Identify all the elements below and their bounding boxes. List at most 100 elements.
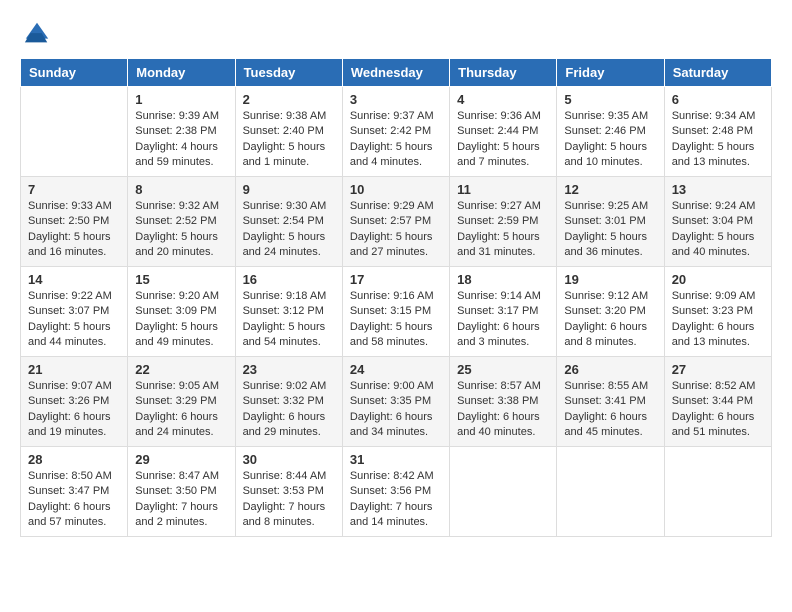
calendar-cell: 15 Sunrise: 9:20 AM Sunset: 3:09 PM Dayli… [128, 267, 235, 357]
day-number: 9 [243, 182, 335, 197]
calendar-cell: 21Sunrise: 9:07 AM Sunset: 3:26 PM Dayli… [21, 357, 128, 447]
calendar-cell: 5 Sunrise: 9:35 AM Sunset: 2:46 PM Daylig… [557, 87, 664, 177]
day-number: 5 [564, 92, 656, 107]
day-info: Sunrise: 9:35 AM Sunset: 2:46 PM Dayligh… [564, 109, 656, 171]
day-info: Sunrise: 9:29 AM Sunset: 2:57 PM Dayligh… [350, 199, 442, 261]
calendar-cell: 9 Sunrise: 9:30 AM Sunset: 2:54 PM Daylig… [235, 177, 342, 267]
calendar-cell: 8 Sunrise: 9:32 AM Sunset: 2:52 PM Daylig… [128, 177, 235, 267]
day-number: 4 [457, 92, 549, 107]
day-info: Sunrise: 9:14 AM Sunset: 3:17 PM Dayligh… [457, 289, 549, 351]
calendar-cell: 7 Sunrise: 9:33 AM Sunset: 2:50 PM Daylig… [21, 177, 128, 267]
calendar-cell: 27 Sunrise: 8:52 AM Sunset: 3:44 PM Dayli… [664, 357, 771, 447]
day-info: Sunrise: 9:30 AM Sunset: 2:54 PM Dayligh… [243, 199, 335, 261]
day-info: Sunrise: 9:25 AM Sunset: 3:01 PM Dayligh… [564, 199, 656, 261]
day-number: 2 [243, 92, 335, 107]
day-number: 3 [350, 92, 442, 107]
calendar-cell: 20 Sunrise: 9:09 AM Sunset: 3:23 PM Dayli… [664, 267, 771, 357]
calendar-cell: 26Sunrise: 8:55 AM Sunset: 3:41 PM Dayli… [557, 357, 664, 447]
day-number: 22 [135, 362, 227, 377]
day-number: 31 [350, 452, 442, 467]
day-number: 28 [28, 452, 120, 467]
day-number: 20 [672, 272, 764, 287]
day-number: 25 [457, 362, 549, 377]
calendar-cell: 25Sunrise: 8:57 AM Sunset: 3:38 PM Dayli… [450, 357, 557, 447]
day-info: Sunrise: 8:47 AM Sunset: 3:50 PM Dayligh… [135, 469, 227, 531]
calendar-cell: 3Sunrise: 9:37 AM Sunset: 2:42 PM Daylig… [342, 87, 449, 177]
day-number: 18 [457, 272, 549, 287]
calendar-cell [21, 87, 128, 177]
day-info: Sunrise: 9:38 AM Sunset: 2:40 PM Dayligh… [243, 109, 335, 171]
calendar-cell [450, 447, 557, 537]
day-info: Sunrise: 9:16 AM Sunset: 3:15 PM Dayligh… [350, 289, 442, 351]
calendar-cell: 24Sunrise: 9:00 AM Sunset: 3:35 PM Dayli… [342, 357, 449, 447]
weekday-header-saturday: Saturday [664, 59, 771, 87]
calendar-week-row: 28 Sunrise: 8:50 AM Sunset: 3:47 PM Dayli… [21, 447, 772, 537]
calendar-cell: 16 Sunrise: 9:18 AM Sunset: 3:12 PM Dayli… [235, 267, 342, 357]
day-number: 11 [457, 182, 549, 197]
day-info: Sunrise: 9:12 AM Sunset: 3:20 PM Dayligh… [564, 289, 656, 351]
calendar-cell: 18 Sunrise: 9:14 AM Sunset: 3:17 PM Dayli… [450, 267, 557, 357]
day-number: 6 [672, 92, 764, 107]
weekday-header-monday: Monday [128, 59, 235, 87]
calendar-week-row: 1 Sunrise: 9:39 AM Sunset: 2:38 PM Daylig… [21, 87, 772, 177]
day-info: Sunrise: 9:09 AM Sunset: 3:23 PM Dayligh… [672, 289, 764, 351]
calendar-cell: 6 Sunrise: 9:34 AM Sunset: 2:48 PM Daylig… [664, 87, 771, 177]
logo [20, 20, 51, 48]
day-number: 17 [350, 272, 442, 287]
day-info: Sunrise: 8:50 AM Sunset: 3:47 PM Dayligh… [28, 469, 120, 531]
calendar-cell: 30Sunrise: 8:44 AM Sunset: 3:53 PM Dayli… [235, 447, 342, 537]
weekday-header-friday: Friday [557, 59, 664, 87]
day-info: Sunrise: 9:39 AM Sunset: 2:38 PM Dayligh… [135, 109, 227, 171]
day-number: 19 [564, 272, 656, 287]
calendar-table: SundayMondayTuesdayWednesdayThursdayFrid… [20, 58, 772, 537]
calendar-cell: 1 Sunrise: 9:39 AM Sunset: 2:38 PM Daylig… [128, 87, 235, 177]
day-info: Sunrise: 9:02 AM Sunset: 3:32 PM Dayligh… [243, 379, 335, 441]
calendar-cell: 13Sunrise: 9:24 AM Sunset: 3:04 PM Dayli… [664, 177, 771, 267]
calendar-week-row: 14 Sunrise: 9:22 AM Sunset: 3:07 PM Dayli… [21, 267, 772, 357]
day-number: 29 [135, 452, 227, 467]
day-number: 15 [135, 272, 227, 287]
calendar-cell [557, 447, 664, 537]
calendar-cell: 31 Sunrise: 8:42 AM Sunset: 3:56 PM Dayli… [342, 447, 449, 537]
day-info: Sunrise: 8:42 AM Sunset: 3:56 PM Dayligh… [350, 469, 442, 531]
day-info: Sunrise: 8:52 AM Sunset: 3:44 PM Dayligh… [672, 379, 764, 441]
day-number: 8 [135, 182, 227, 197]
day-info: Sunrise: 9:24 AM Sunset: 3:04 PM Dayligh… [672, 199, 764, 261]
day-info: Sunrise: 9:33 AM Sunset: 2:50 PM Dayligh… [28, 199, 120, 261]
day-number: 27 [672, 362, 764, 377]
day-info: Sunrise: 9:34 AM Sunset: 2:48 PM Dayligh… [672, 109, 764, 171]
day-info: Sunrise: 9:18 AM Sunset: 3:12 PM Dayligh… [243, 289, 335, 351]
weekday-header-sunday: Sunday [21, 59, 128, 87]
day-info: Sunrise: 8:55 AM Sunset: 3:41 PM Dayligh… [564, 379, 656, 441]
calendar-week-row: 21Sunrise: 9:07 AM Sunset: 3:26 PM Dayli… [21, 357, 772, 447]
calendar-week-row: 7 Sunrise: 9:33 AM Sunset: 2:50 PM Daylig… [21, 177, 772, 267]
weekday-header-tuesday: Tuesday [235, 59, 342, 87]
day-info: Sunrise: 9:22 AM Sunset: 3:07 PM Dayligh… [28, 289, 120, 351]
calendar-cell: 19 Sunrise: 9:12 AM Sunset: 3:20 PM Dayli… [557, 267, 664, 357]
day-info: Sunrise: 9:27 AM Sunset: 2:59 PM Dayligh… [457, 199, 549, 261]
day-info: Sunrise: 9:36 AM Sunset: 2:44 PM Dayligh… [457, 109, 549, 171]
day-info: Sunrise: 9:00 AM Sunset: 3:35 PM Dayligh… [350, 379, 442, 441]
calendar-cell: 22 Sunrise: 9:05 AM Sunset: 3:29 PM Dayli… [128, 357, 235, 447]
day-info: Sunrise: 9:07 AM Sunset: 3:26 PM Dayligh… [28, 379, 120, 441]
day-number: 10 [350, 182, 442, 197]
day-number: 14 [28, 272, 120, 287]
day-number: 1 [135, 92, 227, 107]
day-info: Sunrise: 9:20 AM Sunset: 3:09 PM Dayligh… [135, 289, 227, 351]
calendar-cell: 23Sunrise: 9:02 AM Sunset: 3:32 PM Dayli… [235, 357, 342, 447]
calendar-cell: 28 Sunrise: 8:50 AM Sunset: 3:47 PM Dayli… [21, 447, 128, 537]
weekday-header-row: SundayMondayTuesdayWednesdayThursdayFrid… [21, 59, 772, 87]
calendar-cell [664, 447, 771, 537]
day-number: 16 [243, 272, 335, 287]
calendar-cell: 17 Sunrise: 9:16 AM Sunset: 3:15 PM Dayli… [342, 267, 449, 357]
day-number: 7 [28, 182, 120, 197]
calendar-cell: 14 Sunrise: 9:22 AM Sunset: 3:07 PM Dayli… [21, 267, 128, 357]
calendar-cell: 12 Sunrise: 9:25 AM Sunset: 3:01 PM Dayli… [557, 177, 664, 267]
weekday-header-thursday: Thursday [450, 59, 557, 87]
day-info: Sunrise: 9:32 AM Sunset: 2:52 PM Dayligh… [135, 199, 227, 261]
weekday-header-wednesday: Wednesday [342, 59, 449, 87]
day-info: Sunrise: 9:05 AM Sunset: 3:29 PM Dayligh… [135, 379, 227, 441]
day-info: Sunrise: 8:44 AM Sunset: 3:53 PM Dayligh… [243, 469, 335, 531]
logo-icon [23, 20, 51, 48]
day-number: 12 [564, 182, 656, 197]
